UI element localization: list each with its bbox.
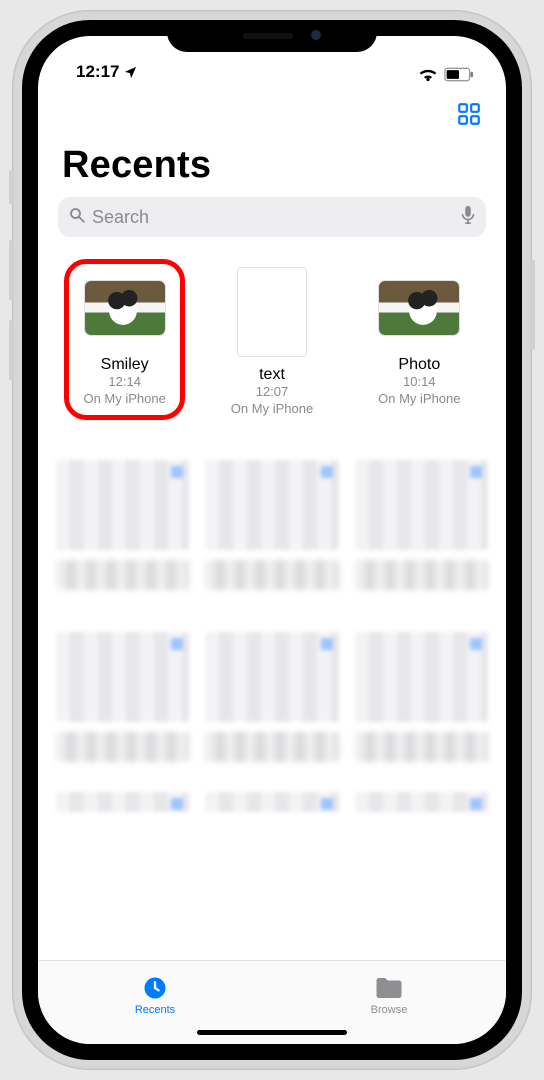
wifi-icon [418,67,438,82]
file-item-smiley[interactable]: Smiley 12:14 On My iPhone [56,261,193,418]
tab-label: Recents [135,1004,175,1016]
redacted-thumbnail [56,460,189,550]
redacted-thumbnail [355,632,488,722]
redacted-captions [56,732,488,762]
redacted-text [56,732,189,762]
file-name: text [259,365,285,384]
redacted-thumbnail [355,460,488,550]
file-location: On My iPhone [378,391,460,408]
redacted-thumbnail [56,792,189,812]
device-bezel: 12:17 [22,20,522,1060]
search-field[interactable] [58,197,486,237]
location-arrow-icon [123,65,138,80]
file-item-photo[interactable]: Photo 10:14 On My iPhone [351,261,488,418]
redacted-text [205,732,338,762]
file-thumbnail [237,267,307,357]
search-input[interactable] [86,207,460,228]
content-area: Smiley 12:14 On My iPhone text 12:07 On … [38,251,506,960]
redacted-text [205,560,338,590]
file-name: Photo [398,355,440,374]
view-toggle-button[interactable] [456,101,482,127]
redacted-row [56,632,488,722]
home-indicator[interactable] [197,1030,347,1035]
file-time: 12:14 [108,374,141,391]
redacted-row [56,460,488,550]
clock-icon [141,974,169,1002]
device-frame: 12:17 [12,10,532,1070]
redacted-thumbnail [355,792,488,812]
redacted-text [355,732,488,762]
redacted-text [56,560,189,590]
redacted-thumbnail [205,792,338,812]
redacted-thumbnail [205,460,338,550]
tab-recents[interactable]: Recents [38,961,272,1028]
redacted-text [355,560,488,590]
mute-switch [9,170,13,204]
file-item-text[interactable]: text 12:07 On My iPhone [203,261,340,418]
microphone-icon[interactable] [460,205,476,230]
battery-icon [444,67,474,82]
screen: 12:17 [38,36,506,1044]
magnifier-icon [68,206,86,229]
volume-down-button [9,320,13,380]
tab-label: Browse [371,1004,408,1016]
redacted-thumbnail [205,632,338,722]
notch [167,20,377,52]
nav-bar [38,84,506,144]
file-time: 12:07 [256,384,289,401]
file-name: Smiley [101,355,149,374]
volume-up-button [9,240,13,300]
redacted-captions [56,560,488,590]
file-thumbnail [379,281,459,335]
file-thumbnail [85,281,165,335]
tab-browse[interactable]: Browse [272,961,506,1028]
redacted-row [56,792,488,812]
file-location: On My iPhone [83,391,165,408]
redacted-thumbnail [56,632,189,722]
file-time: 10:14 [403,374,436,391]
file-grid: Smiley 12:14 On My iPhone text 12:07 On … [56,261,488,418]
file-location: On My iPhone [231,401,313,418]
status-time: 12:17 [76,62,119,82]
grid-icon [456,101,482,127]
power-button [531,260,535,350]
folder-icon [374,974,404,1002]
page-title: Recents [38,144,506,197]
